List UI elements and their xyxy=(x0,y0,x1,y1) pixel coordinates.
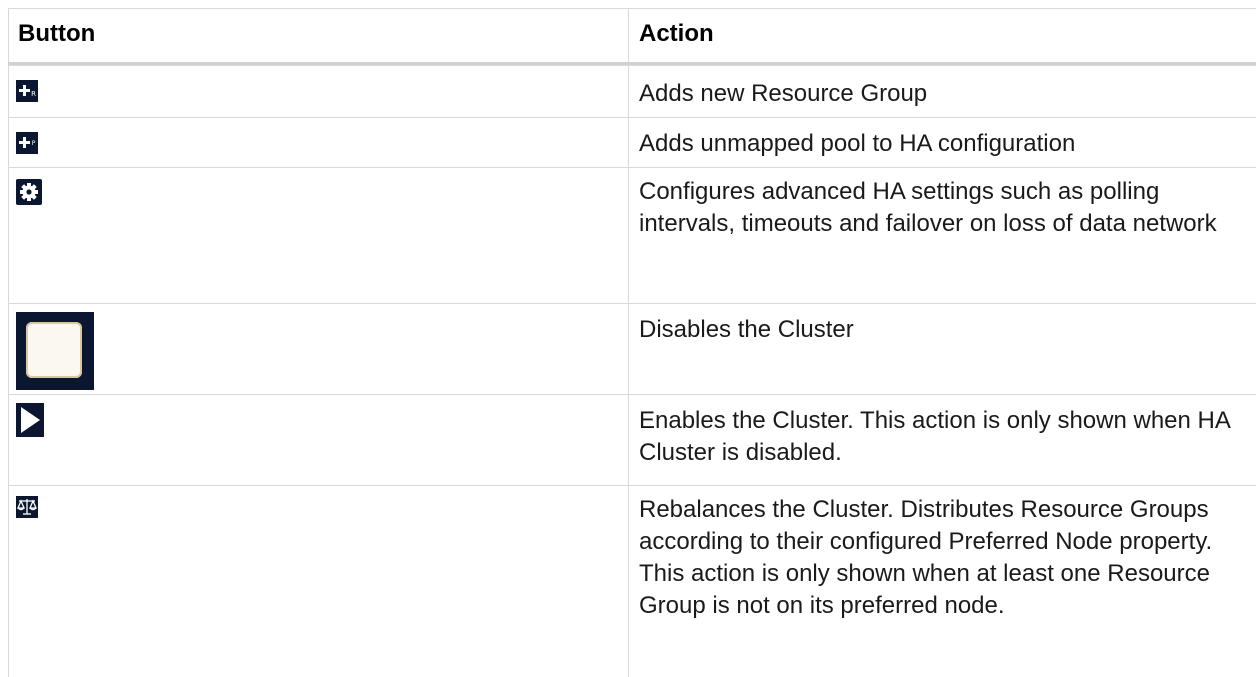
add-pool-icon[interactable]: P xyxy=(16,132,38,154)
table-row: Rebalances the Cluster. Distributes Reso… xyxy=(8,485,1256,677)
table-row: Disables the Cluster xyxy=(8,303,1256,394)
gear-icon[interactable] xyxy=(16,179,42,205)
icon-letter-r: R xyxy=(31,90,36,98)
table-row: Configures advanced HA settings such as … xyxy=(8,167,1256,303)
stop-icon[interactable] xyxy=(16,312,94,390)
add-resource-group-icon[interactable]: R xyxy=(16,80,38,102)
icon-letter-p: P xyxy=(32,140,36,147)
table-row: R Adds new Resource Group xyxy=(8,65,1256,117)
action-text: Disables the Cluster xyxy=(639,316,854,343)
header-button: Button xyxy=(18,20,96,47)
table-row: Enables the Cluster. This action is only… xyxy=(8,394,1256,485)
stop-square xyxy=(26,322,82,378)
balance-scale-icon[interactable] xyxy=(16,496,38,518)
table-row: P Adds unmapped pool to HA configuration xyxy=(8,117,1256,167)
header-action: Action xyxy=(639,20,714,47)
play-icon[interactable] xyxy=(16,403,44,437)
table-header-row: Button Action xyxy=(8,8,1256,65)
action-text: Rebalances the Cluster. Distributes Reso… xyxy=(639,496,1213,619)
action-text: Adds unmapped pool to HA configuration xyxy=(639,130,1076,157)
action-text: Adds new Resource Group xyxy=(639,80,928,107)
action-text: Configures advanced HA settings such as … xyxy=(639,178,1217,237)
action-text: Enables the Cluster. This action is only… xyxy=(639,407,1230,466)
button-action-table: Button Action R Adds new Resource Group … xyxy=(8,8,1256,677)
